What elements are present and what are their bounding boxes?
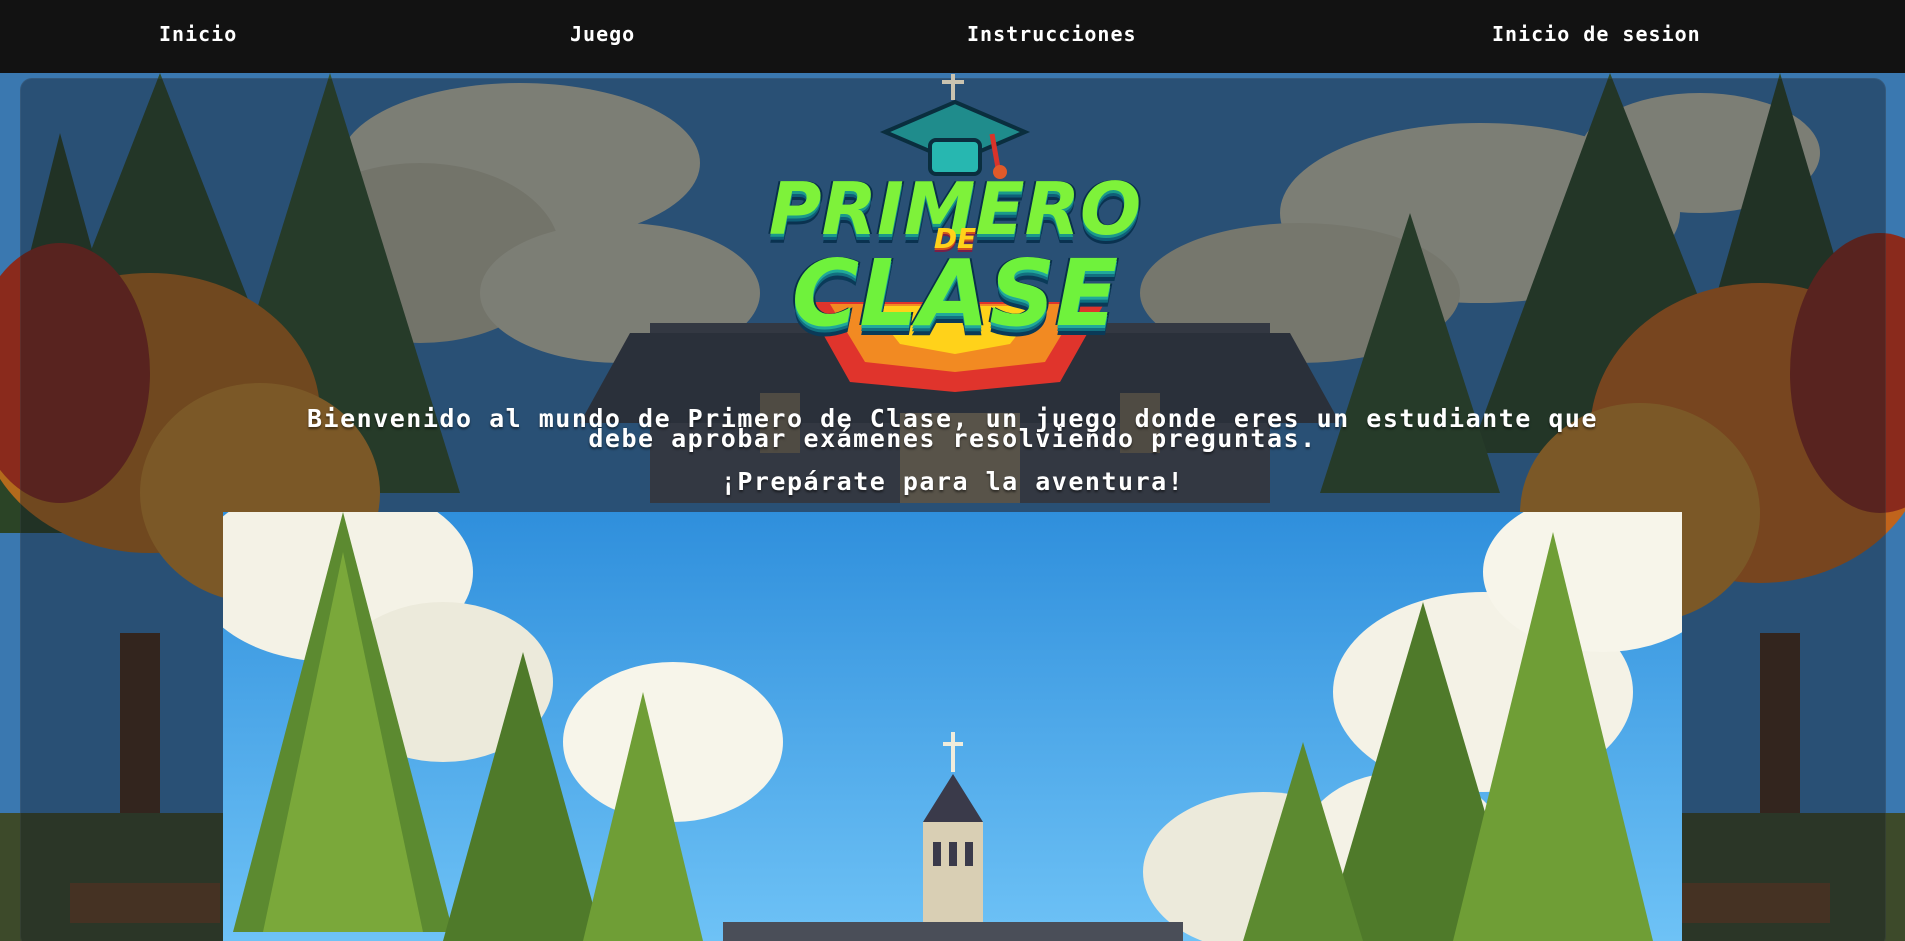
top-nav: Inicio Juego Instrucciones Inicio de ses… [0,0,1905,73]
nav-link-inicio[interactable]: Inicio [159,22,237,46]
tagline-text: ¡Prepárate para la aventura! [720,467,1185,496]
nav-link-inicio-sesion[interactable]: Inicio de sesion [1492,22,1701,46]
nav-link-juego[interactable]: Juego [570,22,635,46]
welcome-text: Bienvenido al mundo de Primero de Clase,… [307,404,1598,453]
nav-link-instrucciones[interactable]: Instrucciones [967,22,1137,46]
school-illustration [223,512,1682,941]
game-logo: PRIMERO DE CLASE [760,72,1150,392]
game-preview-image [223,512,1682,941]
logo-clase: CLASE [791,240,1119,347]
